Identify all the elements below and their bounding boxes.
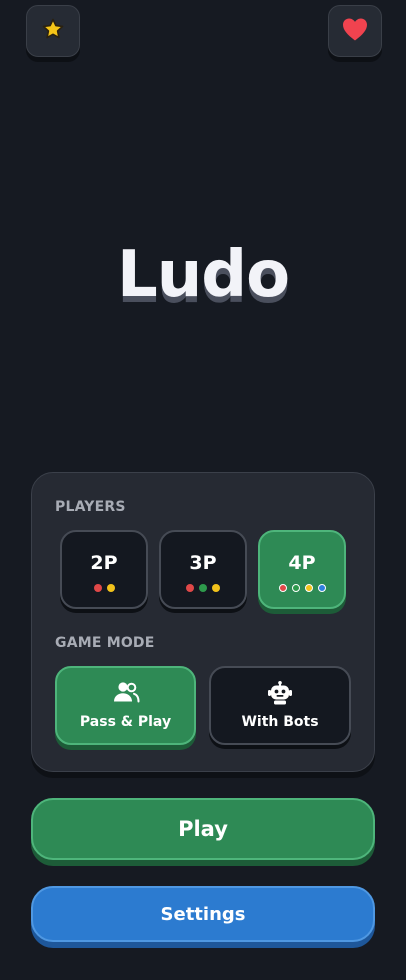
game-title: Ludo (116, 238, 290, 312)
player-color-dots (161, 584, 245, 592)
player-count-label: 3P (189, 552, 217, 574)
robot-icon (267, 681, 293, 709)
game-setup-panel: PLAYERS 2P 3P 4P GAME MODE Pass & Play W… (31, 472, 375, 772)
settings-button[interactable]: Settings (31, 886, 375, 942)
players-option-3p[interactable]: 3P (159, 530, 247, 609)
play-button[interactable]: Play (31, 798, 375, 860)
green-dot (199, 584, 207, 592)
player-count-label: 2P (90, 552, 118, 574)
blue-dot (317, 584, 326, 592)
mode-option-with-bots[interactable]: With Bots (209, 666, 351, 745)
like-button[interactable] (328, 5, 382, 57)
red-dot (93, 584, 102, 592)
players-section-label: PLAYERS (55, 499, 126, 515)
player-color-dots (62, 584, 146, 592)
game-mode-section-label: GAME MODE (55, 635, 155, 651)
mode-label: Pass & Play (79, 714, 172, 730)
heart-icon (341, 16, 369, 46)
green-dot (291, 584, 300, 592)
yellow-dot (304, 584, 313, 592)
users-icon (112, 681, 140, 707)
yellow-dot (212, 584, 220, 592)
favorites-button[interactable] (26, 5, 80, 57)
star-icon (41, 17, 65, 45)
player-color-dots (260, 584, 344, 592)
red-dot (278, 584, 287, 592)
players-option-2p[interactable]: 2P (60, 530, 148, 609)
player-count-label: 4P (288, 552, 316, 574)
red-dot (186, 584, 194, 592)
mode-option-pass-and-play[interactable]: Pass & Play (55, 666, 196, 745)
yellow-dot (106, 584, 115, 592)
mode-label: With Bots (241, 714, 319, 730)
players-option-4p[interactable]: 4P (258, 530, 346, 609)
